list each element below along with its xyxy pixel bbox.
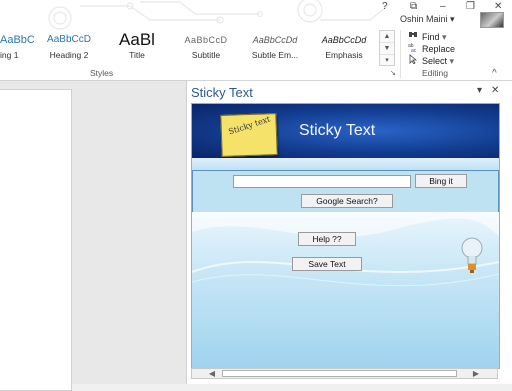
style-title[interactable]: AaBl Title	[106, 30, 168, 62]
sticky-note-logo-text: Sticky text	[227, 114, 272, 137]
sticky-text-addin: Sticky text Sticky Text Bing it Google S…	[191, 103, 500, 369]
ribbon-background-pattern	[48, 0, 391, 30]
style-subtle-emphasis[interactable]: AaBbCcDd Subtle Em...	[242, 30, 308, 62]
style-sample: AaBbCcDd	[321, 35, 367, 45]
addin-banner: Sticky text Sticky Text	[192, 104, 499, 158]
scroll-down-icon[interactable]: ▼	[380, 43, 394, 55]
bing-it-button[interactable]: Bing it	[415, 174, 467, 188]
banner-title: Sticky Text	[299, 122, 376, 139]
document-page[interactable]	[0, 89, 72, 391]
save-text-button[interactable]: Save Text	[292, 257, 362, 271]
user-name[interactable]: Oshin Maini ▾	[400, 14, 455, 25]
user-menu-chevron-icon: ▾	[450, 14, 455, 24]
gallery-more-icon[interactable]: ▾	[380, 55, 394, 66]
style-heading-2[interactable]: AaBbCcD Heading 2	[38, 30, 100, 62]
find-dropdown-icon[interactable]: ▾	[442, 32, 447, 42]
style-heading-1[interactable]: AaBbCc ing 1	[0, 30, 34, 62]
editing-group-label: Editing	[422, 68, 448, 78]
search-panel: Bing it Google Search?	[192, 170, 499, 214]
find-label: Find	[422, 32, 440, 42]
scroll-right-icon[interactable]: ▶	[468, 369, 484, 378]
style-sample: AaBbCcD	[184, 35, 228, 45]
style-name: Emphasis	[325, 50, 363, 60]
minimize-button[interactable]: –	[440, 1, 446, 12]
style-sample: AaBbCc	[0, 34, 34, 46]
select-dropdown-icon[interactable]: ▾	[450, 56, 455, 66]
ribbon-display-options-icon[interactable]: ⧉	[410, 1, 417, 12]
addin-body: Help ?? Save Text	[192, 212, 499, 368]
scrollbar-thumb[interactable]	[222, 370, 457, 377]
help-button[interactable]: Help ??	[298, 232, 356, 246]
scroll-left-icon[interactable]: ◀	[204, 369, 220, 378]
ribbon: ? ⧉ – ❐ ✕ Oshin Maini ▾ AaBbCc ing 1 AaB…	[0, 0, 512, 81]
style-sample: AaBbCcDd	[252, 35, 298, 45]
styles-dialog-launcher-icon[interactable]: ↘	[390, 69, 396, 77]
replace-icon: ab ac	[408, 42, 422, 54]
pane-title: Sticky Text	[191, 85, 253, 100]
style-subtitle[interactable]: AaBbCcD Subtitle	[174, 30, 238, 62]
style-name: Heading 2	[49, 50, 89, 60]
ribbon-group-divider	[400, 30, 401, 78]
search-input[interactable]	[233, 175, 411, 188]
collapse-ribbon-icon[interactable]: ^	[492, 68, 497, 79]
google-search-button[interactable]: Google Search?	[301, 194, 393, 208]
style-name: Title	[129, 50, 145, 60]
lightbulb-icon	[461, 237, 483, 273]
style-name: Subtitle	[191, 50, 221, 60]
pane-options-chevron-icon[interactable]: ▾	[477, 85, 482, 96]
help-icon[interactable]: ?	[382, 1, 388, 12]
style-name: ing 1	[0, 50, 19, 60]
styles-gallery-scroller: ▲ ▼ ▾	[379, 30, 395, 66]
styles-group-label: Styles	[90, 68, 114, 78]
svg-text:ac: ac	[411, 48, 417, 52]
scroll-up-icon[interactable]: ▲	[380, 31, 394, 43]
sticky-text-pane: Sticky Text ▾ ✕ Sticky text Sticky Text …	[186, 81, 512, 384]
style-name: Subtle Em...	[251, 50, 299, 60]
horizontal-scrollbar[interactable]: ◀ ▶	[191, 368, 498, 379]
replace-button[interactable]: ab ac Replace	[408, 42, 455, 54]
style-sample: AaBbCcD	[47, 34, 91, 45]
select-icon	[408, 54, 422, 66]
sticky-note-logo: Sticky text	[220, 113, 278, 157]
select-button[interactable]: Select ▾	[408, 54, 454, 67]
user-name-label: Oshin Maini	[400, 14, 448, 24]
close-window-button[interactable]: ✕	[494, 1, 502, 12]
styles-gallery: AaBbCc ing 1 AaBbCcD Heading 2 AaBl Titl…	[0, 30, 398, 68]
pane-close-icon[interactable]: ✕	[491, 85, 499, 96]
document-area	[0, 81, 186, 391]
maximize-button[interactable]: ❐	[466, 1, 475, 12]
style-emphasis[interactable]: AaBbCcDd Emphasis	[312, 30, 376, 62]
select-label: Select	[422, 56, 448, 66]
style-sample: AaBl	[119, 30, 155, 49]
replace-label: Replace	[422, 44, 456, 54]
find-icon	[408, 30, 422, 42]
avatar[interactable]	[480, 12, 504, 28]
